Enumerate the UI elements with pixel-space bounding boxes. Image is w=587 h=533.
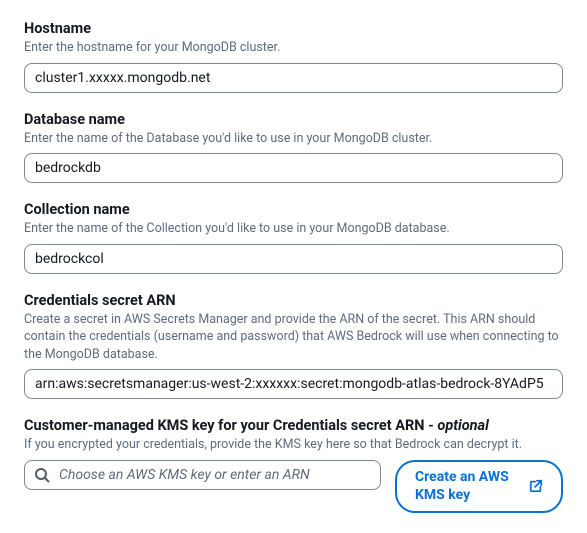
kms-key-label-sep: - xyxy=(428,417,437,434)
kms-key-optional-tag: optional xyxy=(437,417,488,434)
database-name-label: Database name xyxy=(24,111,563,128)
collection-name-label: Collection name xyxy=(24,201,563,218)
kms-key-label-text: Customer-managed KMS key for your Creden… xyxy=(24,417,428,434)
hostname-description: Enter the hostname for your MongoDB clus… xyxy=(24,39,563,57)
credentials-arn-label: Credentials secret ARN xyxy=(24,292,563,309)
kms-key-description: If you encrypted your credentials, provi… xyxy=(24,436,563,454)
kms-key-field: Customer-managed KMS key for your Creden… xyxy=(24,417,563,513)
credentials-arn-description: Create a secret in AWS Secrets Manager a… xyxy=(24,311,563,364)
collection-name-description: Enter the name of the Collection you'd l… xyxy=(24,220,563,238)
hostname-label: Hostname xyxy=(24,20,563,37)
database-name-field: Database name Enter the name of the Data… xyxy=(24,111,563,184)
hostname-field: Hostname Enter the hostname for your Mon… xyxy=(24,20,563,93)
credentials-arn-field: Credentials secret ARN Create a secret i… xyxy=(24,292,563,400)
collection-name-field: Collection name Enter the name of the Co… xyxy=(24,201,563,274)
kms-key-label: Customer-managed KMS key for your Creden… xyxy=(24,417,563,434)
kms-row: Create an AWS KMS key xyxy=(24,460,563,514)
hostname-input[interactable] xyxy=(24,63,563,93)
kms-input-wrap xyxy=(24,460,381,490)
credentials-arn-input[interactable] xyxy=(24,369,563,399)
external-link-icon xyxy=(529,479,543,493)
database-name-description: Enter the name of the Database you'd lik… xyxy=(24,130,563,148)
collection-name-input[interactable] xyxy=(24,244,563,274)
create-kms-key-button-label: Create an AWS KMS key xyxy=(415,468,523,506)
create-kms-key-button[interactable]: Create an AWS KMS key xyxy=(395,460,563,514)
database-name-input[interactable] xyxy=(24,153,563,183)
kms-key-input[interactable] xyxy=(24,460,381,490)
